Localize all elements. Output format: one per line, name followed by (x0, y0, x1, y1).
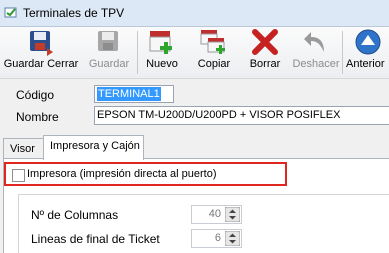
save-icon (98, 31, 118, 51)
copy-icon (200, 30, 225, 54)
toolbar-separator (342, 31, 343, 74)
save-button[interactable]: Guardar (84, 27, 134, 78)
toolbar-separator (137, 31, 138, 74)
ticket-lines-value: 6 (214, 232, 221, 244)
spin-updown-icon[interactable] (225, 231, 240, 246)
printer-checkbox[interactable] (12, 169, 25, 182)
save-label: Guardar (88, 58, 130, 70)
printer-checkbox-label: Impresora (impresión directa al puerto) (27, 168, 217, 180)
save-close-label: Guardar Cerrar (3, 58, 79, 70)
save-close-icon (30, 31, 53, 56)
code-label: Código (16, 88, 55, 102)
code-field[interactable]: TERMINAL1 (94, 85, 174, 103)
new-icon (149, 31, 172, 54)
app-icon (4, 7, 17, 18)
columns-stepper[interactable]: 40 (191, 205, 242, 224)
delete-button[interactable]: Borrar (244, 27, 286, 78)
code-value: TERMINAL1 (97, 87, 161, 101)
new-label: Nuevo (146, 58, 178, 70)
printer-settings-group: Nº de Columnas 40 Lineas de final de Tic… (18, 194, 389, 253)
title-bar: Terminales de TPV (0, 0, 389, 27)
undo-icon (304, 32, 324, 52)
previous-button[interactable]: Anterior (344, 27, 389, 78)
name-label: Nombre (16, 110, 59, 124)
toolbar: Guardar Cerrar Guardar Nuevo Copiar Borr… (0, 27, 389, 79)
tab-printer-drawer[interactable]: Impresora y Cajón (43, 135, 144, 160)
name-value: EPSON TM-U200D/U200PD + VISOR POSIFLEX (97, 109, 341, 121)
tab-visor-label: Visor (10, 143, 35, 155)
tab-printer-drawer-label: Impresora y Cajón (50, 140, 140, 152)
columns-label: Nº de Columnas (31, 208, 119, 222)
previous-label: Anterior (346, 58, 385, 70)
ticket-lines-label: Lineas de final de Ticket (31, 232, 160, 246)
window-title: Terminales de TPV (23, 6, 125, 20)
previous-icon (355, 29, 381, 55)
ticket-lines-stepper[interactable]: 6 (191, 229, 242, 248)
name-field[interactable]: EPSON TM-U200D/U200PD + VISOR POSIFLEX (94, 106, 389, 125)
save-close-button[interactable]: Guardar Cerrar (2, 27, 80, 78)
new-button[interactable]: Nuevo (140, 27, 184, 78)
spin-updown-icon[interactable] (225, 207, 240, 222)
undo-label: Deshacer (292, 58, 340, 70)
copy-button[interactable]: Copiar (192, 27, 236, 78)
delete-icon (252, 29, 278, 55)
tab-visor[interactable]: Visor (3, 138, 44, 159)
delete-label: Borrar (249, 58, 281, 70)
columns-value: 40 (208, 208, 221, 220)
copy-label: Copiar (197, 58, 231, 70)
undo-button[interactable]: Deshacer (292, 27, 340, 78)
